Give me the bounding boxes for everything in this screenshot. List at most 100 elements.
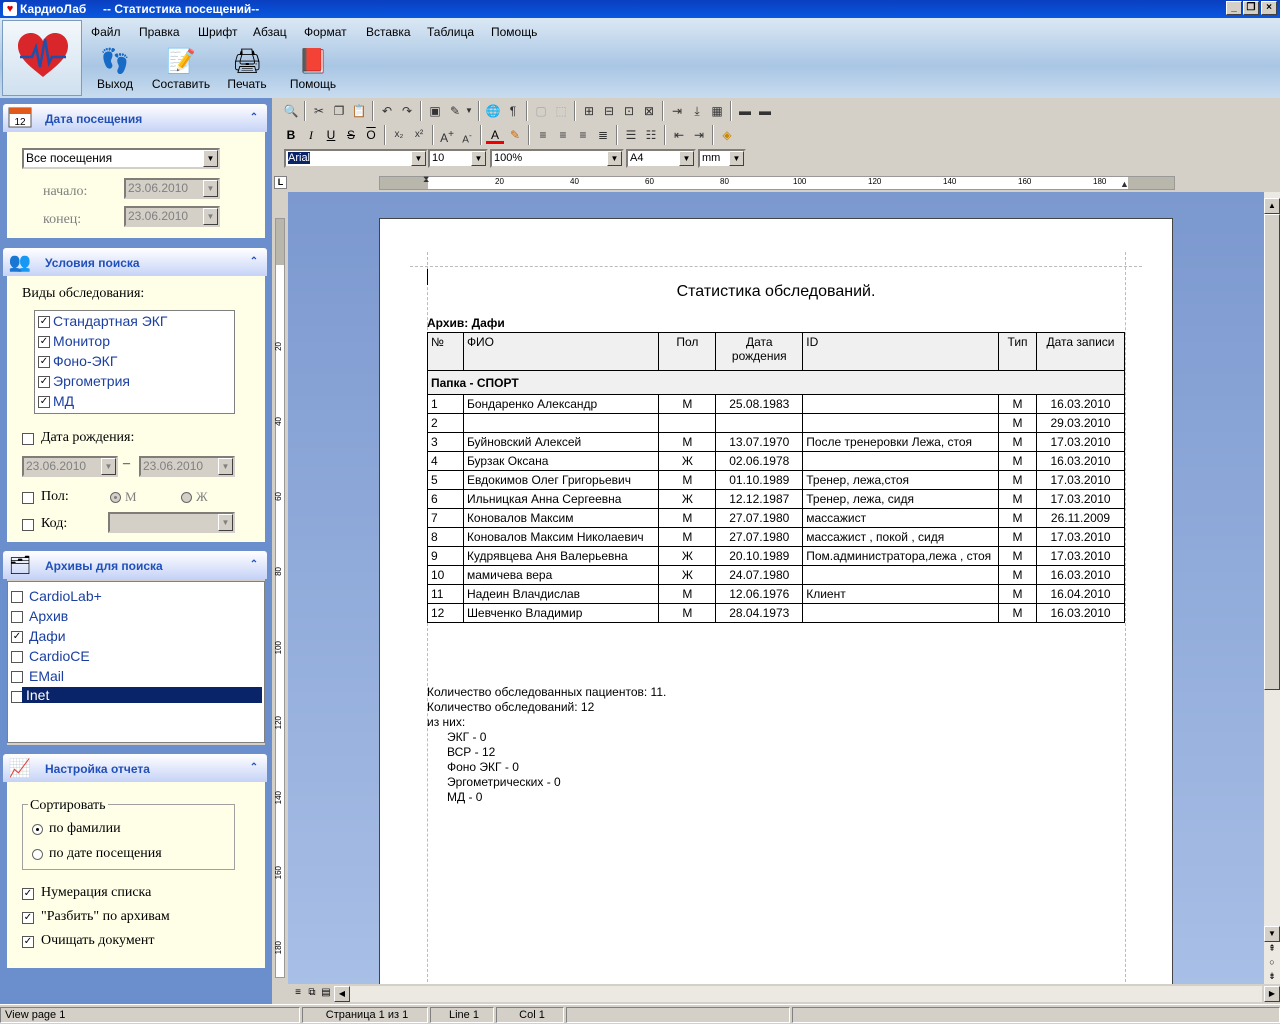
collapse-chevron-icon[interactable]: ⌃ — [247, 558, 261, 572]
exam-type-ergometry[interactable]: Эргометрия — [53, 373, 130, 389]
archive-checkbox[interactable] — [11, 591, 23, 603]
page-view-icon[interactable]: ▤ — [320, 987, 332, 999]
start-date-picker[interactable]: 23.06.2010 ▼ — [124, 178, 220, 199]
clear-doc-checkbox[interactable]: ✓ — [22, 936, 34, 948]
sex-m-radio[interactable] — [110, 492, 121, 503]
archive-checkbox[interactable] — [11, 671, 23, 683]
archive-item[interactable]: Дафи — [29, 628, 66, 644]
dropdown-arrow-icon[interactable]: ▼ — [101, 458, 116, 475]
archive-checkbox[interactable] — [11, 611, 23, 623]
vertical-ruler[interactable]: 20 40 60 80 100 120 140 160 180 — [272, 192, 288, 984]
bullet-list-icon[interactable]: ☰ — [622, 126, 640, 144]
superscript-icon[interactable]: x² — [410, 126, 428, 144]
dropdown-arrow-icon[interactable]: ▼ — [218, 458, 233, 475]
archive-checkbox[interactable] — [11, 651, 23, 663]
overline-icon[interactable]: O — [362, 126, 380, 144]
paste-icon[interactable]: 📋 — [350, 102, 368, 120]
indent-marker-icon[interactable]: ⧗ — [423, 174, 429, 185]
unit-select[interactable]: mm ▼ — [698, 149, 746, 168]
right-indent-marker-icon[interactable]: ▲ — [1120, 179, 1129, 189]
numbering-checkbox[interactable]: ✓ — [22, 888, 34, 900]
dropdown-arrow-icon[interactable]: ▼ — [471, 151, 486, 166]
italic-icon[interactable]: I — [302, 126, 320, 144]
pilcrow-icon[interactable]: ¶ — [504, 102, 522, 120]
menu-font[interactable]: Шрифт — [198, 25, 237, 39]
insert-image-icon[interactable]: ▣ — [426, 102, 444, 120]
exam-type-checkbox[interactable]: ✓ — [38, 396, 50, 408]
normal-view-icon[interactable]: ≡ — [292, 987, 304, 999]
minimize-button[interactable]: _ — [1226, 1, 1242, 15]
align-left-icon[interactable]: ≡ — [534, 126, 552, 144]
archive-item[interactable]: CardioCE — [29, 648, 90, 664]
decrease-indent-icon[interactable]: ⇤ — [670, 126, 688, 144]
dropdown-arrow-icon[interactable]: ▼ — [679, 151, 694, 166]
compose-button[interactable]: 📝 Составить — [148, 46, 214, 96]
menu-insert[interactable]: Вставка — [366, 25, 411, 39]
grow-font-icon[interactable]: A+ — [438, 126, 456, 145]
insert-row-icon[interactable]: ⤓ — [688, 102, 706, 120]
prev-page-icon[interactable]: ⇞ — [1264, 943, 1280, 956]
web-view-icon[interactable]: ⧉ — [306, 987, 318, 999]
exit-button[interactable]: 👣 Выход — [82, 46, 148, 96]
dropdown-arrow-icon[interactable]: ▼ — [203, 180, 218, 197]
visit-date-panel-header[interactable]: 12 Дата посещения ⌃ — [3, 104, 267, 132]
birth-to-picker[interactable]: 23.06.2010 ▼ — [139, 456, 235, 477]
frame-icon[interactable]: ▢ — [532, 102, 550, 120]
cut-icon[interactable]: ✂ — [310, 102, 328, 120]
split-archives-checkbox[interactable]: ✓ — [22, 912, 34, 924]
code-select[interactable]: ▼ — [108, 512, 235, 533]
font-color-icon[interactable]: A — [486, 126, 504, 144]
menu-format[interactable]: Формат — [304, 25, 347, 39]
archive-item[interactable]: CardioLab+ — [29, 588, 102, 604]
dropdown-arrow-icon[interactable]: ▼ — [203, 150, 218, 167]
align-justify-icon[interactable]: ≣ — [594, 126, 612, 144]
close-button[interactable]: × — [1261, 1, 1277, 15]
copy-icon[interactable]: ❐ — [330, 102, 348, 120]
exam-type-ecg[interactable]: Стандартная ЭКГ — [53, 313, 168, 329]
table-grid-icon[interactable]: ▦ — [708, 102, 726, 120]
sort-by-name-radio[interactable] — [32, 824, 43, 835]
highlight-icon[interactable]: ✎ — [506, 126, 524, 144]
menu-edit[interactable]: Правка — [139, 25, 180, 39]
insert-column-icon[interactable]: ⇥ — [668, 102, 686, 120]
insert-object-icon[interactable]: ✎ — [446, 102, 464, 120]
archives-panel-header[interactable]: 🗂 Архивы для поиска ⌃ — [3, 551, 267, 579]
dropdown-arrow-icon[interactable]: ▼ — [218, 514, 233, 531]
search-conditions-panel-header[interactable]: 👥 Условия поиска ⌃ — [3, 248, 267, 276]
sex-f-radio[interactable] — [181, 492, 192, 503]
exam-type-checkbox[interactable]: ✓ — [38, 376, 50, 388]
document-page[interactable]: Статистика обследований. Архив: Дафи № Ф… — [379, 218, 1173, 984]
exam-type-monitor[interactable]: Монитор — [53, 333, 110, 349]
zoom-select[interactable]: 100% ▼ — [490, 149, 624, 168]
scroll-left-arrow-icon[interactable]: ◀ — [334, 986, 350, 1002]
archive-item[interactable]: EMail — [29, 668, 64, 684]
collapse-chevron-icon[interactable]: ⌃ — [247, 111, 261, 125]
align-right-icon[interactable]: ≡ — [574, 126, 592, 144]
tab-stop-icon[interactable]: L — [274, 176, 287, 189]
archive-item-selected[interactable]: Inet — [22, 687, 262, 703]
block-icon[interactable]: ▬ — [736, 102, 754, 120]
hyperlink-icon[interactable]: 🌐 — [484, 102, 502, 120]
dropdown-arrow-icon[interactable]: ▼ — [464, 102, 474, 120]
frame-dotted-icon[interactable]: ⬚ — [552, 102, 570, 120]
menu-paragraph[interactable]: Абзац — [253, 25, 287, 39]
strikethrough-icon[interactable]: S — [342, 126, 360, 144]
exam-type-phono[interactable]: Фоно-ЭКГ — [53, 353, 117, 369]
vertical-scrollbar[interactable]: ▲ ▼ ⇞ ○ ⇟ — [1264, 192, 1280, 984]
menu-help[interactable]: Помощь — [491, 25, 537, 39]
document-area[interactable]: Статистика обследований. Архив: Дафи № Ф… — [288, 192, 1264, 984]
underline-icon[interactable]: U — [322, 126, 340, 144]
block-alt-icon[interactable]: ▬ — [756, 102, 774, 120]
archive-item[interactable]: Архив — [29, 608, 68, 624]
scroll-down-arrow-icon[interactable]: ▼ — [1264, 926, 1280, 942]
horizontal-ruler[interactable]: L 20 40 60 80 100 120 140 160 180 ⧗ ▲ — [272, 174, 1280, 192]
sort-by-date-radio[interactable] — [32, 849, 43, 860]
print-button[interactable]: 🖨 Печать — [214, 46, 280, 96]
numbered-list-icon[interactable]: ☷ — [642, 126, 660, 144]
table-split-icon[interactable]: ⊠ — [640, 102, 658, 120]
font-family-select[interactable]: Arial ▼ — [284, 149, 428, 168]
dropdown-arrow-icon[interactable]: ▼ — [203, 208, 218, 225]
font-size-select[interactable]: 10 ▼ — [428, 149, 488, 168]
find-icon[interactable]: 🔍 — [282, 102, 300, 120]
bold-icon[interactable]: B — [282, 126, 300, 144]
